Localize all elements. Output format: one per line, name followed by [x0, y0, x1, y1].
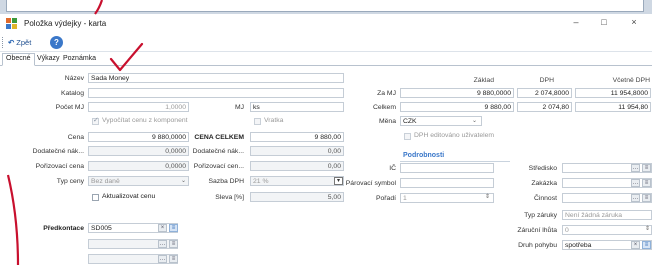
red-annotation-arrow: [6, 0, 144, 265]
